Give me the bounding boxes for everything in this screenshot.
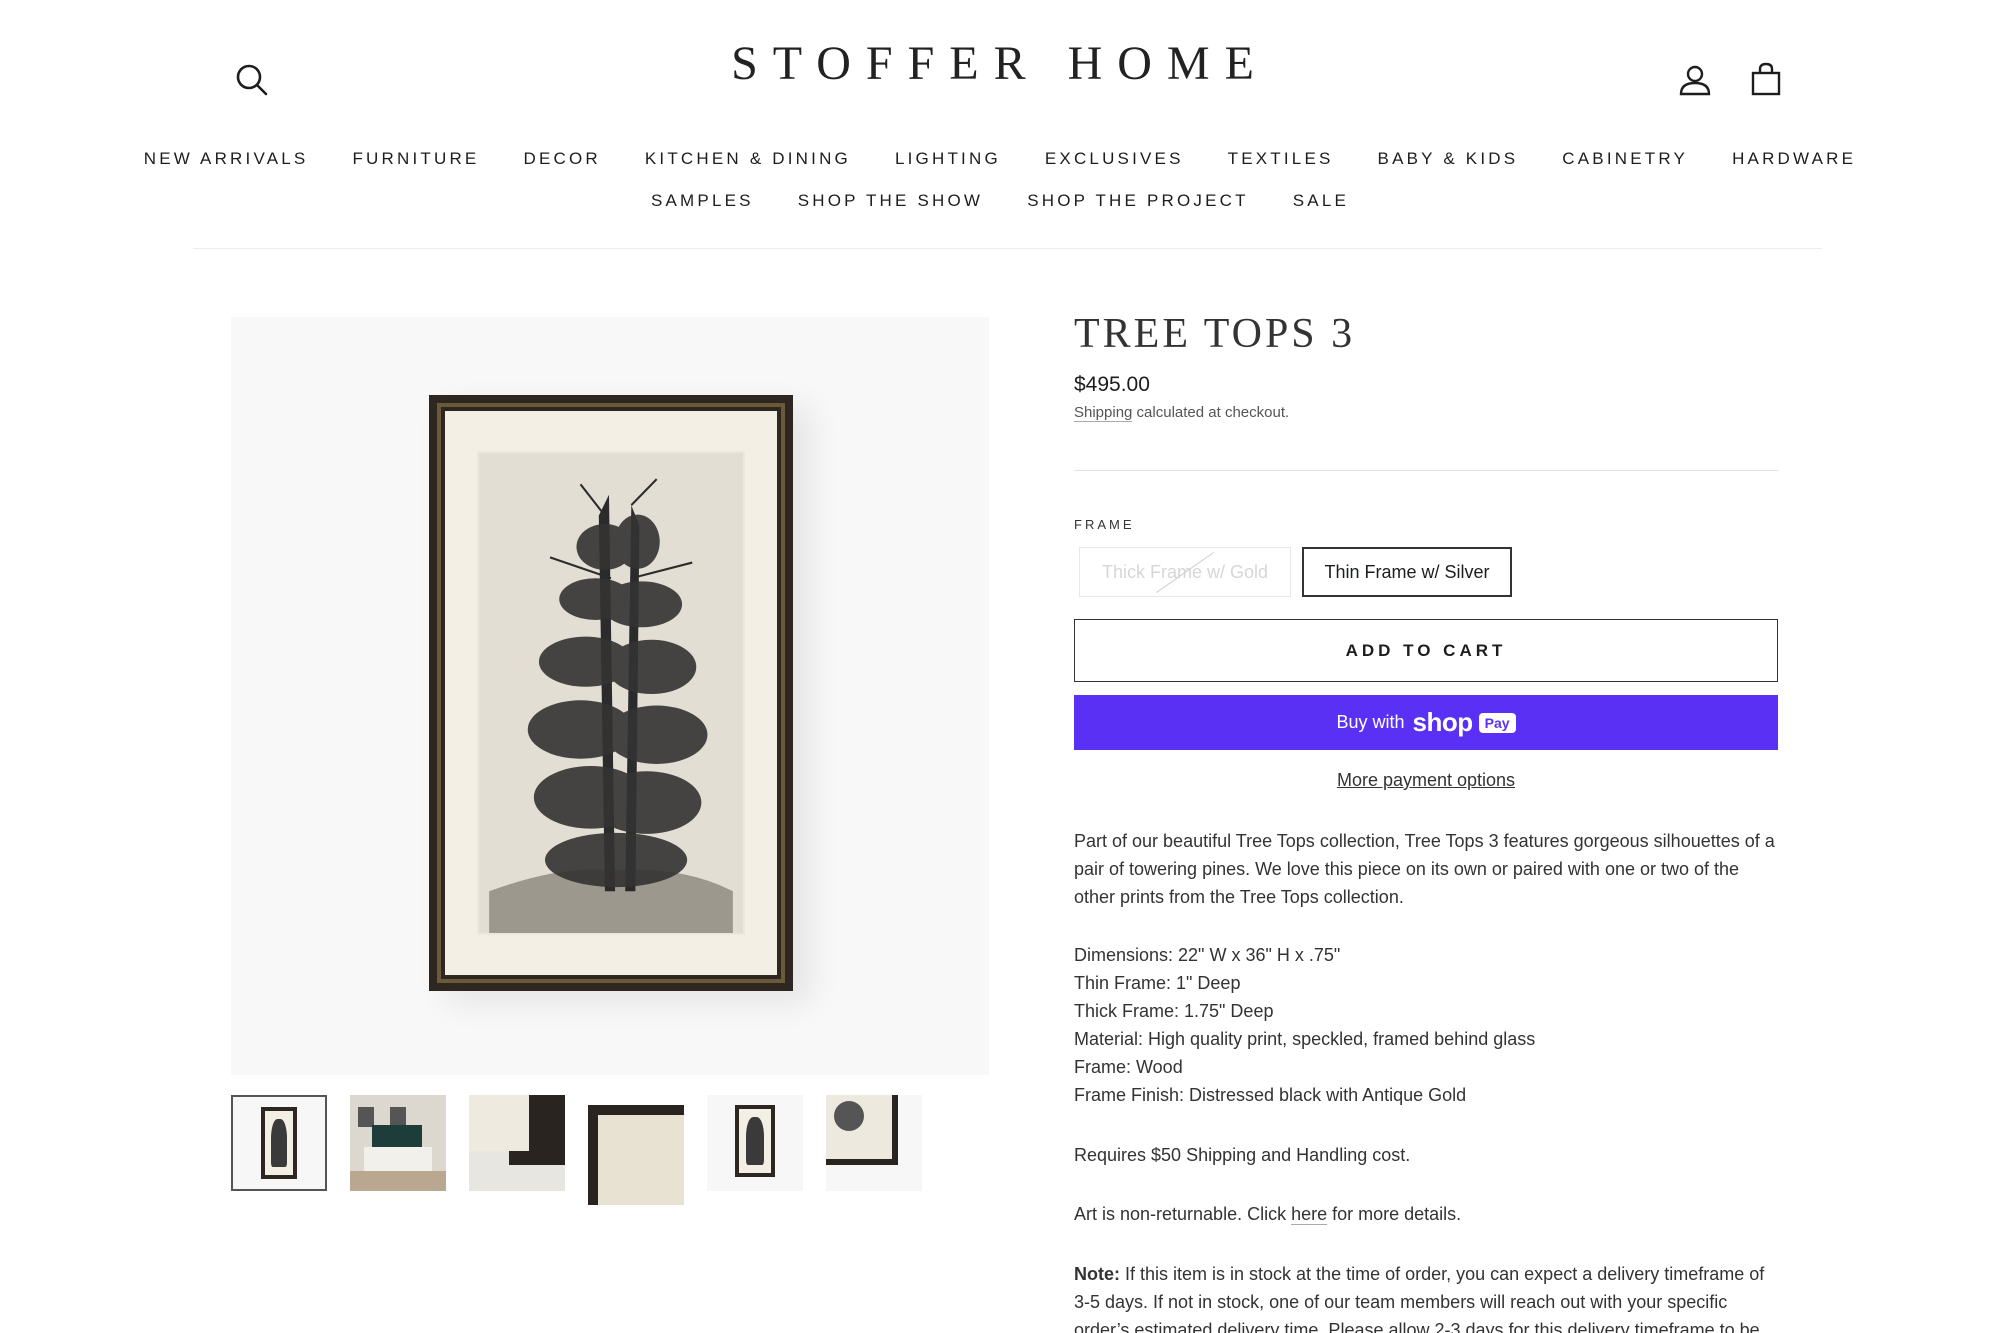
delivery-note: Note: If this item is in stock at the ti… xyxy=(1074,1264,1765,1333)
spec-thin-frame: Thin Frame: 1" Deep xyxy=(1074,973,1241,993)
thumbnail-strip xyxy=(231,1095,951,1205)
product-title: TREE TOPS 3 xyxy=(1074,311,1356,357)
nav-lighting[interactable]: LIGHTING xyxy=(895,149,1001,169)
info-divider xyxy=(1074,470,1778,471)
variant-thick-frame-gold[interactable]: Thick Frame w/ Gold xyxy=(1079,547,1291,597)
framed-artwork xyxy=(429,395,793,991)
site-header: STOFFER HOME NEW ARRIVALS FURNITURE DECO… xyxy=(0,0,2000,250)
thumbnail-2[interactable] xyxy=(350,1095,446,1191)
nav-sale[interactable]: SALE xyxy=(1293,191,1349,211)
thumbnail-3[interactable] xyxy=(469,1095,565,1191)
nav-cabinetry[interactable]: CABINETRY xyxy=(1562,149,1688,169)
nav-exclusives[interactable]: EXCLUSIVES xyxy=(1045,149,1184,169)
nav-baby-kids[interactable]: BABY & KIDS xyxy=(1378,149,1519,169)
shipping-note: Shipping calculated at checkout. xyxy=(1074,404,1290,422)
spec-thick-frame: Thick Frame: 1.75" Deep xyxy=(1074,1001,1274,1021)
returns-here-link[interactable]: here xyxy=(1291,1204,1328,1225)
shipping-link[interactable]: Shipping xyxy=(1074,404,1133,422)
spec-dimensions: Dimensions: 22" W x 36" H x .75" xyxy=(1074,945,1341,965)
variant-thin-frame-silver[interactable]: Thin Frame w/ Silver xyxy=(1302,547,1512,597)
nav-furniture[interactable]: FURNITURE xyxy=(352,149,479,169)
nav-samples[interactable]: SAMPLES xyxy=(651,191,754,211)
spec-frame: Frame: Wood xyxy=(1074,1057,1183,1077)
thumbnail-6[interactable] xyxy=(826,1095,922,1191)
main-nav-row-1: NEW ARRIVALS FURNITURE DECOR KITCHEN & D… xyxy=(0,149,2000,169)
nav-textiles[interactable]: TEXTILES xyxy=(1228,149,1334,169)
description-specs: Dimensions: 22" W x 36" H x .75" Thin Fr… xyxy=(1074,941,1778,1109)
spec-frame-finish: Frame Finish: Distressed black with Anti… xyxy=(1074,1085,1467,1105)
thumbnail-1[interactable] xyxy=(231,1095,327,1191)
nav-kitchen-dining[interactable]: KITCHEN & DINING xyxy=(645,149,851,169)
add-to-cart-button[interactable]: ADD TO CART xyxy=(1074,619,1778,682)
account-icon[interactable] xyxy=(1675,60,1715,100)
cart-icon[interactable] xyxy=(1746,60,1786,100)
nav-new-arrivals[interactable]: NEW ARRIVALS xyxy=(144,149,309,169)
nav-shop-the-project[interactable]: SHOP THE PROJECT xyxy=(1027,191,1249,211)
nav-decor[interactable]: DECOR xyxy=(523,149,600,169)
shop-pay-logo: shop xyxy=(1412,707,1474,737)
returns-note: Art is non-returnable. Click here for mo… xyxy=(1074,1204,1462,1225)
nav-hardware[interactable]: HARDWARE xyxy=(1732,149,1856,169)
thumbnail-4[interactable] xyxy=(588,1105,684,1205)
artwork-mat xyxy=(445,411,777,975)
description-intro: Part of our beautiful Tree Tops collecti… xyxy=(1074,831,1775,907)
shop-pay-button[interactable]: Buy with shop Pay xyxy=(1074,695,1778,750)
nav-shop-the-show[interactable]: SHOP THE SHOW xyxy=(798,191,984,211)
header-divider xyxy=(193,248,1822,249)
tree-etching xyxy=(477,451,745,935)
thumbnail-5[interactable] xyxy=(707,1095,803,1191)
frame-option-label: FRAME xyxy=(1074,517,1135,532)
main-nav-row-2: SAMPLES SHOP THE SHOW SHOP THE PROJECT S… xyxy=(0,191,2000,211)
shipping-requirement: Requires $50 Shipping and Handling cost. xyxy=(1074,1145,1411,1165)
spec-material: Material: High quality print, speckled, … xyxy=(1074,1029,1536,1049)
main-product-image[interactable] xyxy=(231,317,989,1075)
product-price: $495.00 xyxy=(1074,373,1150,396)
more-payment-options-link[interactable]: More payment options xyxy=(1074,770,1778,791)
